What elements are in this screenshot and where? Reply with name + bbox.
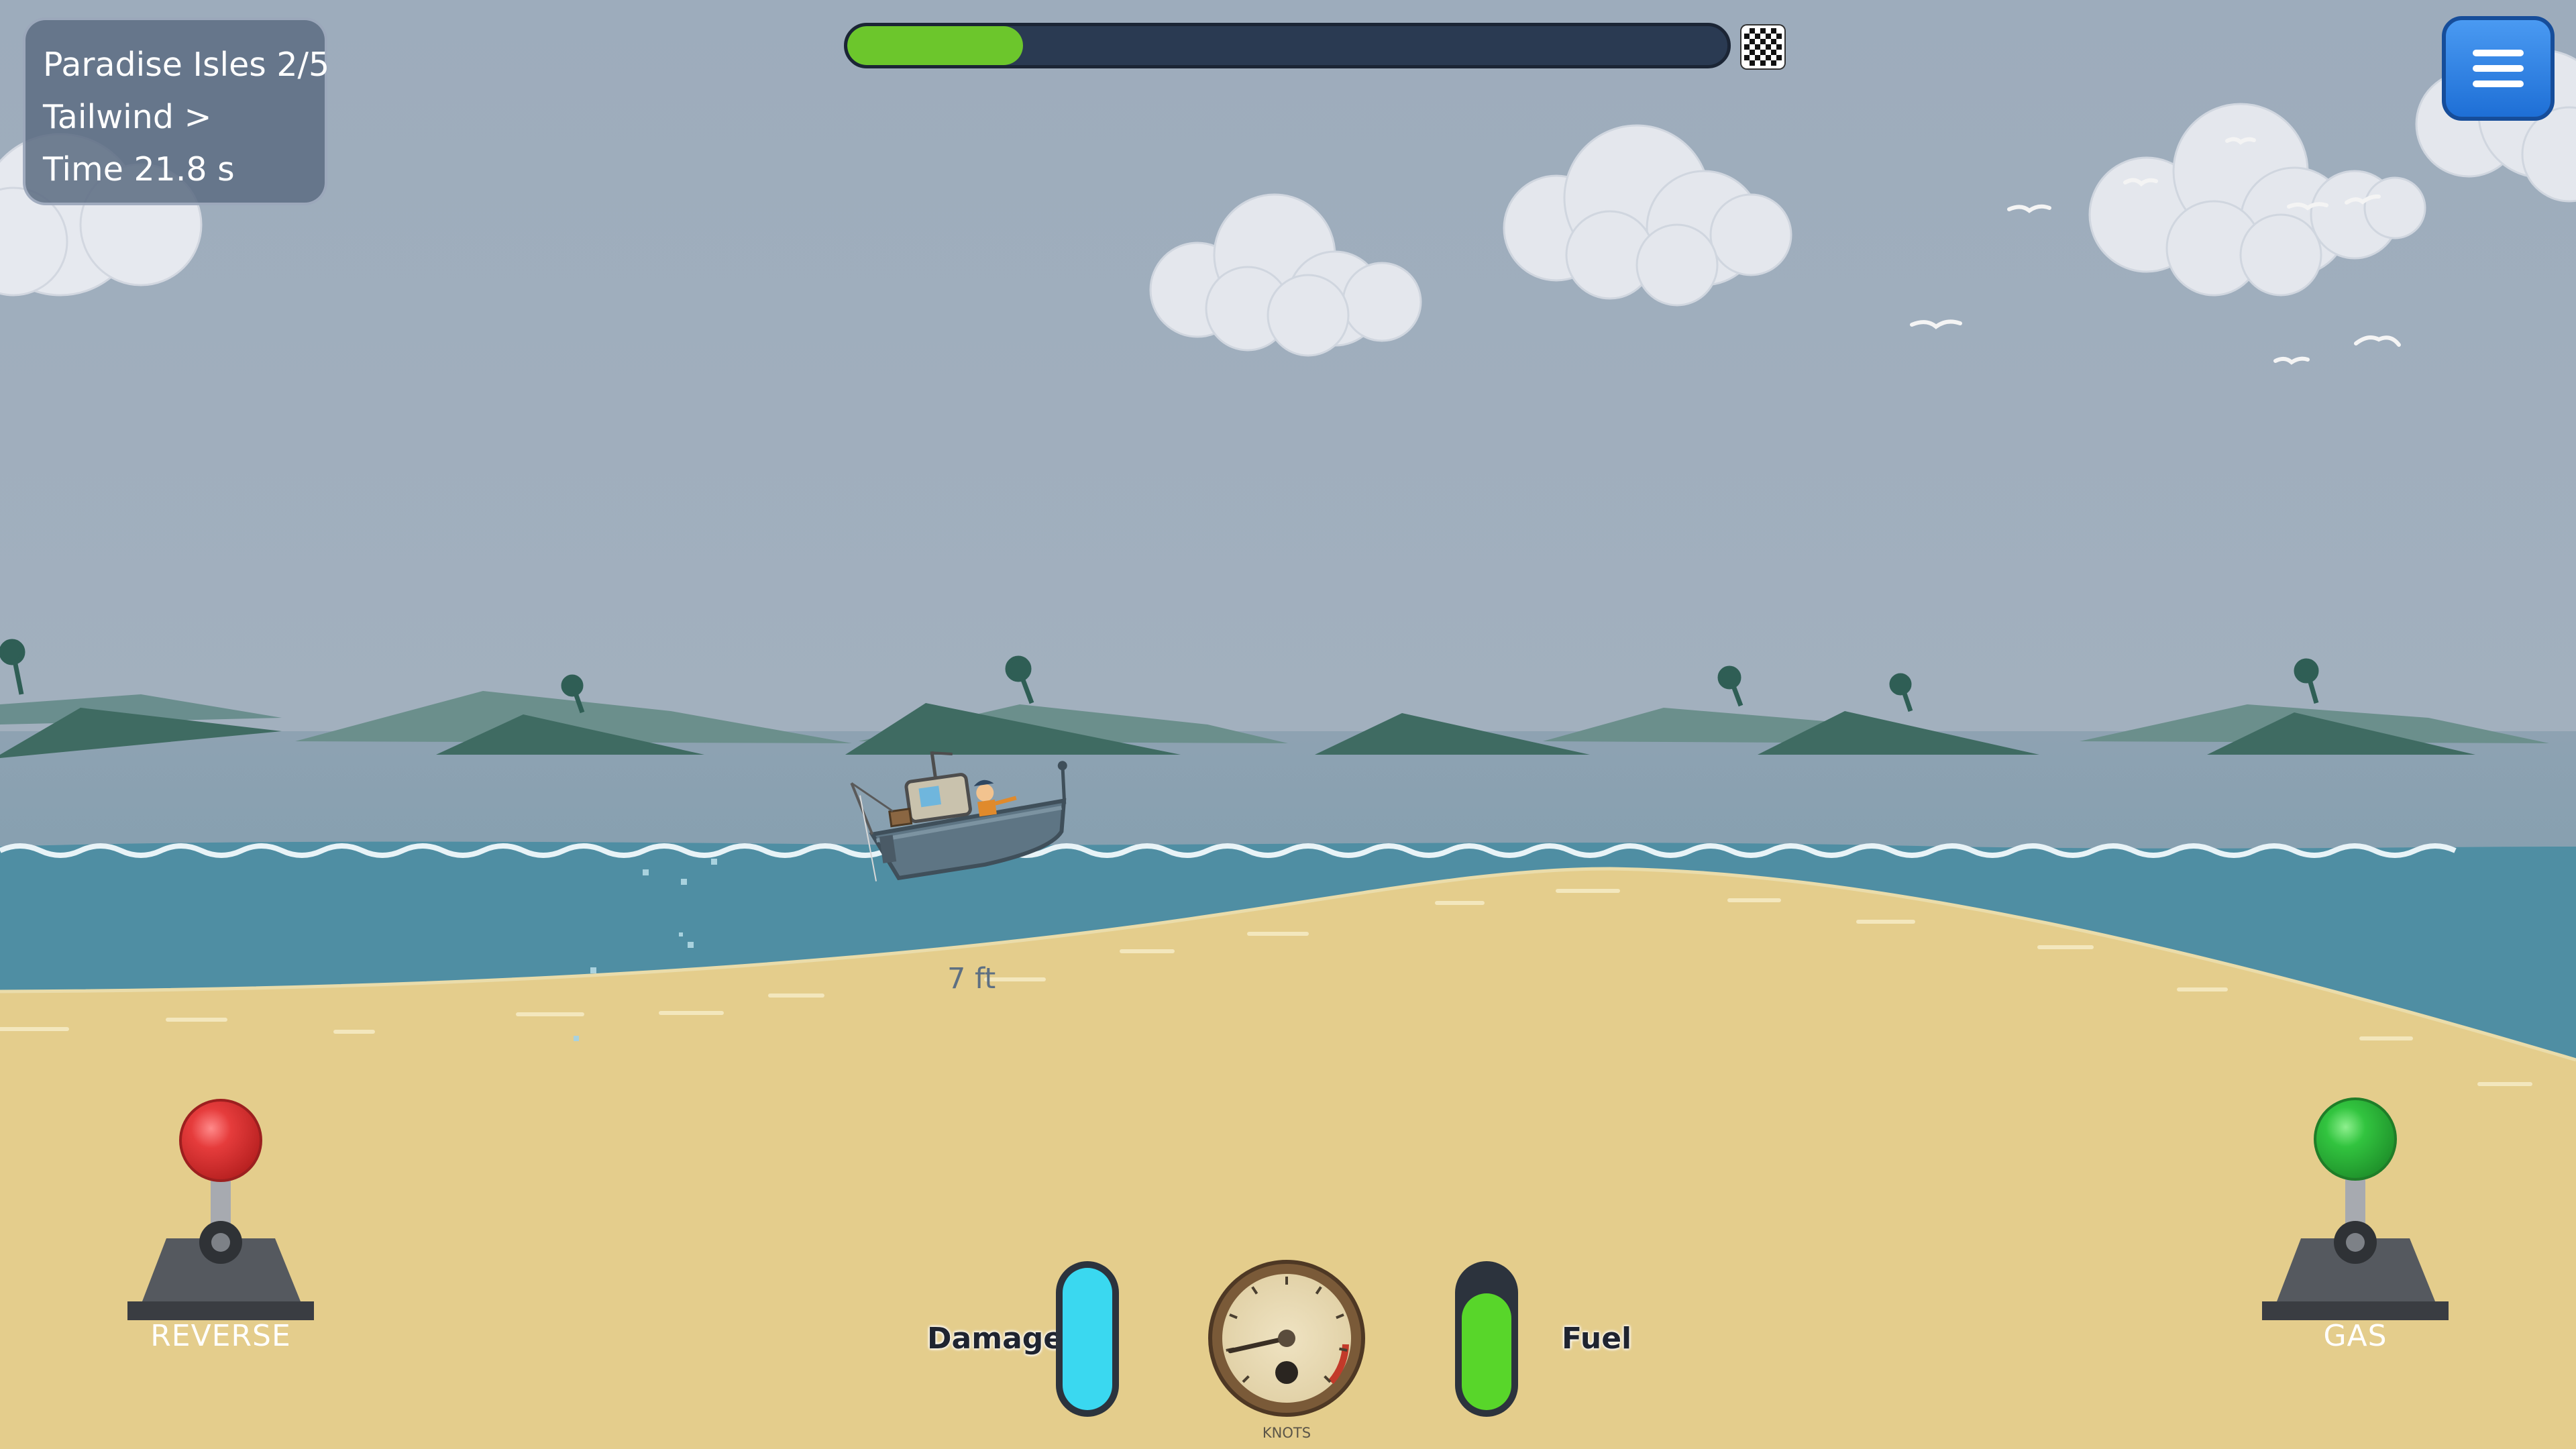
elapsed-time: Time 21.8 s xyxy=(43,150,235,189)
fuel-meter xyxy=(1455,1261,1518,1417)
level-progress-bar xyxy=(844,23,1731,68)
damage-label: Damage xyxy=(927,1322,1064,1356)
menu-button[interactable] xyxy=(2442,16,2555,121)
checkered-flag-icon xyxy=(1741,25,1784,68)
water-depth-label: 7 ft xyxy=(947,962,996,996)
damage-meter-fill xyxy=(1063,1268,1112,1410)
speedometer xyxy=(1208,1260,1365,1417)
hamburger-menu-icon xyxy=(2473,50,2524,56)
level-info-panel: Paradise Isles 2/5 Tailwind > Time 21.8 … xyxy=(23,17,330,205)
fuel-meter-fill xyxy=(1462,1293,1511,1410)
fuel-label: Fuel xyxy=(1562,1322,1632,1356)
ocean-scene xyxy=(0,0,2576,1449)
wind-indicator: Tailwind > xyxy=(43,98,212,136)
reverse-lever[interactable] xyxy=(127,1096,315,1324)
sky xyxy=(0,0,2576,751)
speed-tick xyxy=(1339,1347,1348,1352)
level-name: Paradise Isles 2/5 xyxy=(43,46,330,84)
level-progress-fill xyxy=(847,26,1024,65)
gas-lever[interactable] xyxy=(2262,1096,2450,1324)
game-stage: Paradise Isles 2/5 Tailwind > Time 21.8 … xyxy=(0,0,2576,1449)
reverse-label: REVERSE xyxy=(150,1319,291,1353)
speed-unit-label: KNOTS xyxy=(1262,1425,1311,1441)
damage-meter xyxy=(1056,1261,1119,1417)
gas-label: GAS xyxy=(2323,1319,2387,1353)
